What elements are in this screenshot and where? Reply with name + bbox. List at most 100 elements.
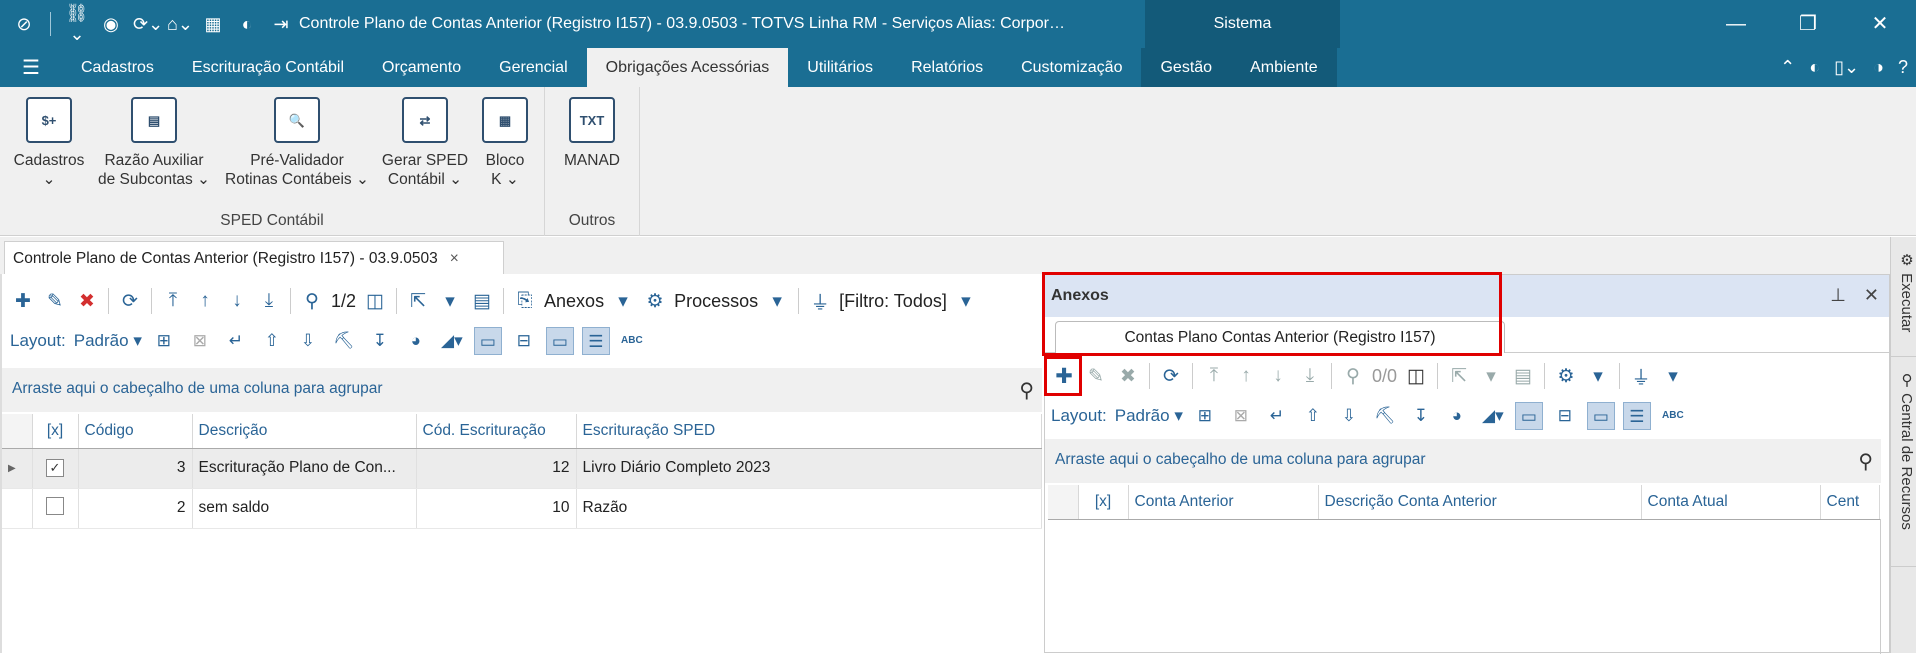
- report-icon[interactable]: ▤: [1510, 365, 1536, 388]
- home-icon[interactable]: ⌂⌄: [167, 14, 193, 35]
- globe-icon[interactable]: ◐: [1809, 57, 1820, 78]
- refresh-icon[interactable]: ⟳: [1158, 365, 1184, 388]
- search-icon[interactable]: ⚲: [1340, 365, 1366, 388]
- menu-ambiente[interactable]: Ambiente: [1231, 48, 1337, 87]
- menu-relatorios[interactable]: Relatórios: [892, 48, 1002, 87]
- add-layout-icon[interactable]: ⊞: [150, 327, 178, 355]
- column-header-descricao[interactable]: Descrição: [192, 414, 417, 449]
- column-header-cod-escrituracao[interactable]: Cód. Escrituração: [416, 414, 577, 449]
- spellcheck-icon[interactable]: ABC: [618, 327, 646, 355]
- column-header-descricao-conta-anterior[interactable]: Descrição Conta Anterior: [1318, 485, 1642, 520]
- restore-icon[interactable]: ❐: [1772, 0, 1844, 48]
- calculator-icon[interactable]: ▦: [201, 14, 225, 35]
- group-panel-icon[interactable]: ⊟: [1551, 402, 1579, 430]
- row-checkbox[interactable]: ✓: [46, 459, 64, 477]
- last-record-icon[interactable]: ⤓: [1297, 365, 1323, 387]
- menu-escrituracao-contabil[interactable]: Escrituração Contábil: [173, 48, 363, 87]
- ribbon-bloco-k-button[interactable]: ▦ Bloco K ⌄: [478, 97, 532, 189]
- gear-icon[interactable]: ⚙: [642, 290, 668, 313]
- close-tab-icon[interactable]: ×: [450, 250, 459, 267]
- next-record-icon[interactable]: ↓: [224, 290, 250, 312]
- totvs-logo-icon[interactable]: ⊘: [12, 14, 36, 35]
- save-layout-icon[interactable]: ↵: [1263, 402, 1291, 430]
- group-by-area[interactable]: Arraste aqui o cabeçalho de uma coluna p…: [2, 368, 1042, 412]
- ribbon-razao-auxiliar-button[interactable]: ▤ Razão Auxiliar de Subcontas ⌄: [94, 97, 214, 189]
- dropdown-arrow-icon[interactable]: ▾: [1660, 365, 1686, 388]
- refresh-icon[interactable]: ⟳: [117, 290, 143, 313]
- format-painter-icon[interactable]: ⛏: [330, 327, 358, 355]
- exit-icon[interactable]: ⇥: [269, 14, 293, 35]
- column-header-codigo[interactable]: Código: [78, 414, 193, 449]
- footer-toggle-icon[interactable]: ▭: [473, 327, 502, 355]
- collapse-ribbon-icon[interactable]: ⌃: [1780, 57, 1795, 78]
- search-icon[interactable]: ⚲: [299, 290, 325, 313]
- window-layout-icon[interactable]: ▯⌄: [1834, 57, 1859, 78]
- filter-icon[interactable]: ⏚: [1628, 363, 1654, 390]
- spellcheck-icon[interactable]: ABC: [1659, 402, 1687, 430]
- previous-record-icon[interactable]: ↑: [192, 290, 218, 312]
- column-header-escrituracao-sped[interactable]: Escrituração SPED: [576, 414, 1042, 449]
- conditional-format-icon[interactable]: ↧: [366, 327, 394, 355]
- gear-icon[interactable]: ⚙: [1553, 365, 1579, 388]
- column-header-conta-atual[interactable]: Conta Atual: [1641, 485, 1821, 520]
- processos-button[interactable]: Processos: [674, 291, 758, 312]
- edit-icon[interactable]: ✎: [1083, 365, 1109, 388]
- add-icon[interactable]: ✚: [10, 290, 36, 313]
- pin-icon[interactable]: ⊥: [1830, 285, 1846, 306]
- columns-icon[interactable]: ◫: [1403, 365, 1429, 388]
- dropdown-arrow-icon[interactable]: ▾: [437, 290, 463, 313]
- filter-button[interactable]: [Filtro: Todos]: [839, 291, 947, 312]
- app-menu-icon[interactable]: ☰: [0, 55, 62, 80]
- conditional-format-icon[interactable]: ↧: [1407, 402, 1435, 430]
- document-tab[interactable]: Controle Plano de Contas Anterior (Regis…: [4, 241, 504, 274]
- export-icon[interactable]: ⇱: [405, 290, 431, 313]
- remove-layout-icon[interactable]: ⊠: [186, 327, 214, 355]
- header-toggle-icon[interactable]: ▭: [545, 327, 574, 355]
- ribbon-manad-button[interactable]: TXT MANAD: [557, 97, 627, 170]
- export-layout-icon[interactable]: ⇩: [1335, 402, 1363, 430]
- row-lines-icon[interactable]: ☰: [581, 327, 610, 355]
- menu-customizacao[interactable]: Customização: [1002, 48, 1141, 87]
- sidebar-executar[interactable]: ⚙ Executar: [1891, 247, 1916, 357]
- help-icon[interactable]: ?: [1898, 57, 1908, 78]
- attachment-icon[interactable]: ⎘: [512, 290, 538, 312]
- dropdown-arrow-icon[interactable]: ▾: [953, 290, 979, 313]
- first-record-icon[interactable]: ⤒: [1201, 365, 1227, 387]
- import-layout-icon[interactable]: ⇧: [1299, 402, 1327, 430]
- dropdown-arrow-icon[interactable]: ▾: [1478, 365, 1504, 388]
- column-header-select[interactable]: [x]: [32, 414, 79, 449]
- add-layout-icon[interactable]: ⊞: [1191, 402, 1219, 430]
- minimize-icon[interactable]: —: [1700, 0, 1772, 48]
- sidebar-central-de-recursos[interactable]: ⚲ Central de Recursos: [1891, 367, 1916, 567]
- menu-obrigacoes-acessorias[interactable]: Obrigações Acessórias: [586, 48, 789, 87]
- anexos-button[interactable]: Anexos: [544, 291, 604, 312]
- format-painter-icon[interactable]: ⛏: [1371, 402, 1399, 430]
- previous-record-icon[interactable]: ↑: [1233, 365, 1259, 387]
- menu-gerencial[interactable]: Gerencial: [480, 48, 586, 87]
- color-icon[interactable]: ◕: [1443, 402, 1471, 430]
- columns-icon[interactable]: ◫: [362, 290, 388, 313]
- globe-icon[interactable]: ◐: [235, 14, 259, 35]
- menu-orcamento[interactable]: Orçamento: [363, 48, 480, 87]
- anexos-group-by-area[interactable]: Arraste aqui o cabeçalho de uma coluna p…: [1045, 439, 1881, 483]
- group-panel-icon[interactable]: ⊟: [510, 327, 538, 355]
- dropdown-arrow-icon[interactable]: ▾: [1585, 365, 1611, 388]
- menu-cadastros[interactable]: Cadastros: [62, 48, 173, 87]
- color-icon[interactable]: ◕: [402, 327, 430, 355]
- layout-select[interactable]: Padrão ▾: [1115, 406, 1183, 426]
- ribbon-cadastros-button[interactable]: $+ Cadastros ⌄: [6, 97, 92, 189]
- import-layout-icon[interactable]: ⇧: [258, 327, 286, 355]
- layout-select[interactable]: Padrão ▾: [74, 331, 142, 351]
- sistema-label[interactable]: Sistema: [1145, 0, 1340, 48]
- first-record-icon[interactable]: ⤒: [160, 290, 186, 312]
- export-layout-icon[interactable]: ⇩: [294, 327, 322, 355]
- export-icon[interactable]: ⇱: [1446, 365, 1472, 388]
- last-record-icon[interactable]: ⤓: [256, 290, 282, 312]
- table-row[interactable]: ▶ ✓ 3 Escrituração Plano de Con... 12 Li…: [2, 448, 1042, 489]
- save-layout-icon[interactable]: ↵: [222, 327, 250, 355]
- support-icon[interactable]: ◑: [1873, 57, 1884, 78]
- delete-icon[interactable]: ✖: [74, 290, 100, 313]
- menu-utilitarios[interactable]: Utilitários: [788, 48, 892, 87]
- chart-icon[interactable]: ◢▾: [1479, 402, 1507, 430]
- footer-toggle-icon[interactable]: ▭: [1514, 402, 1543, 430]
